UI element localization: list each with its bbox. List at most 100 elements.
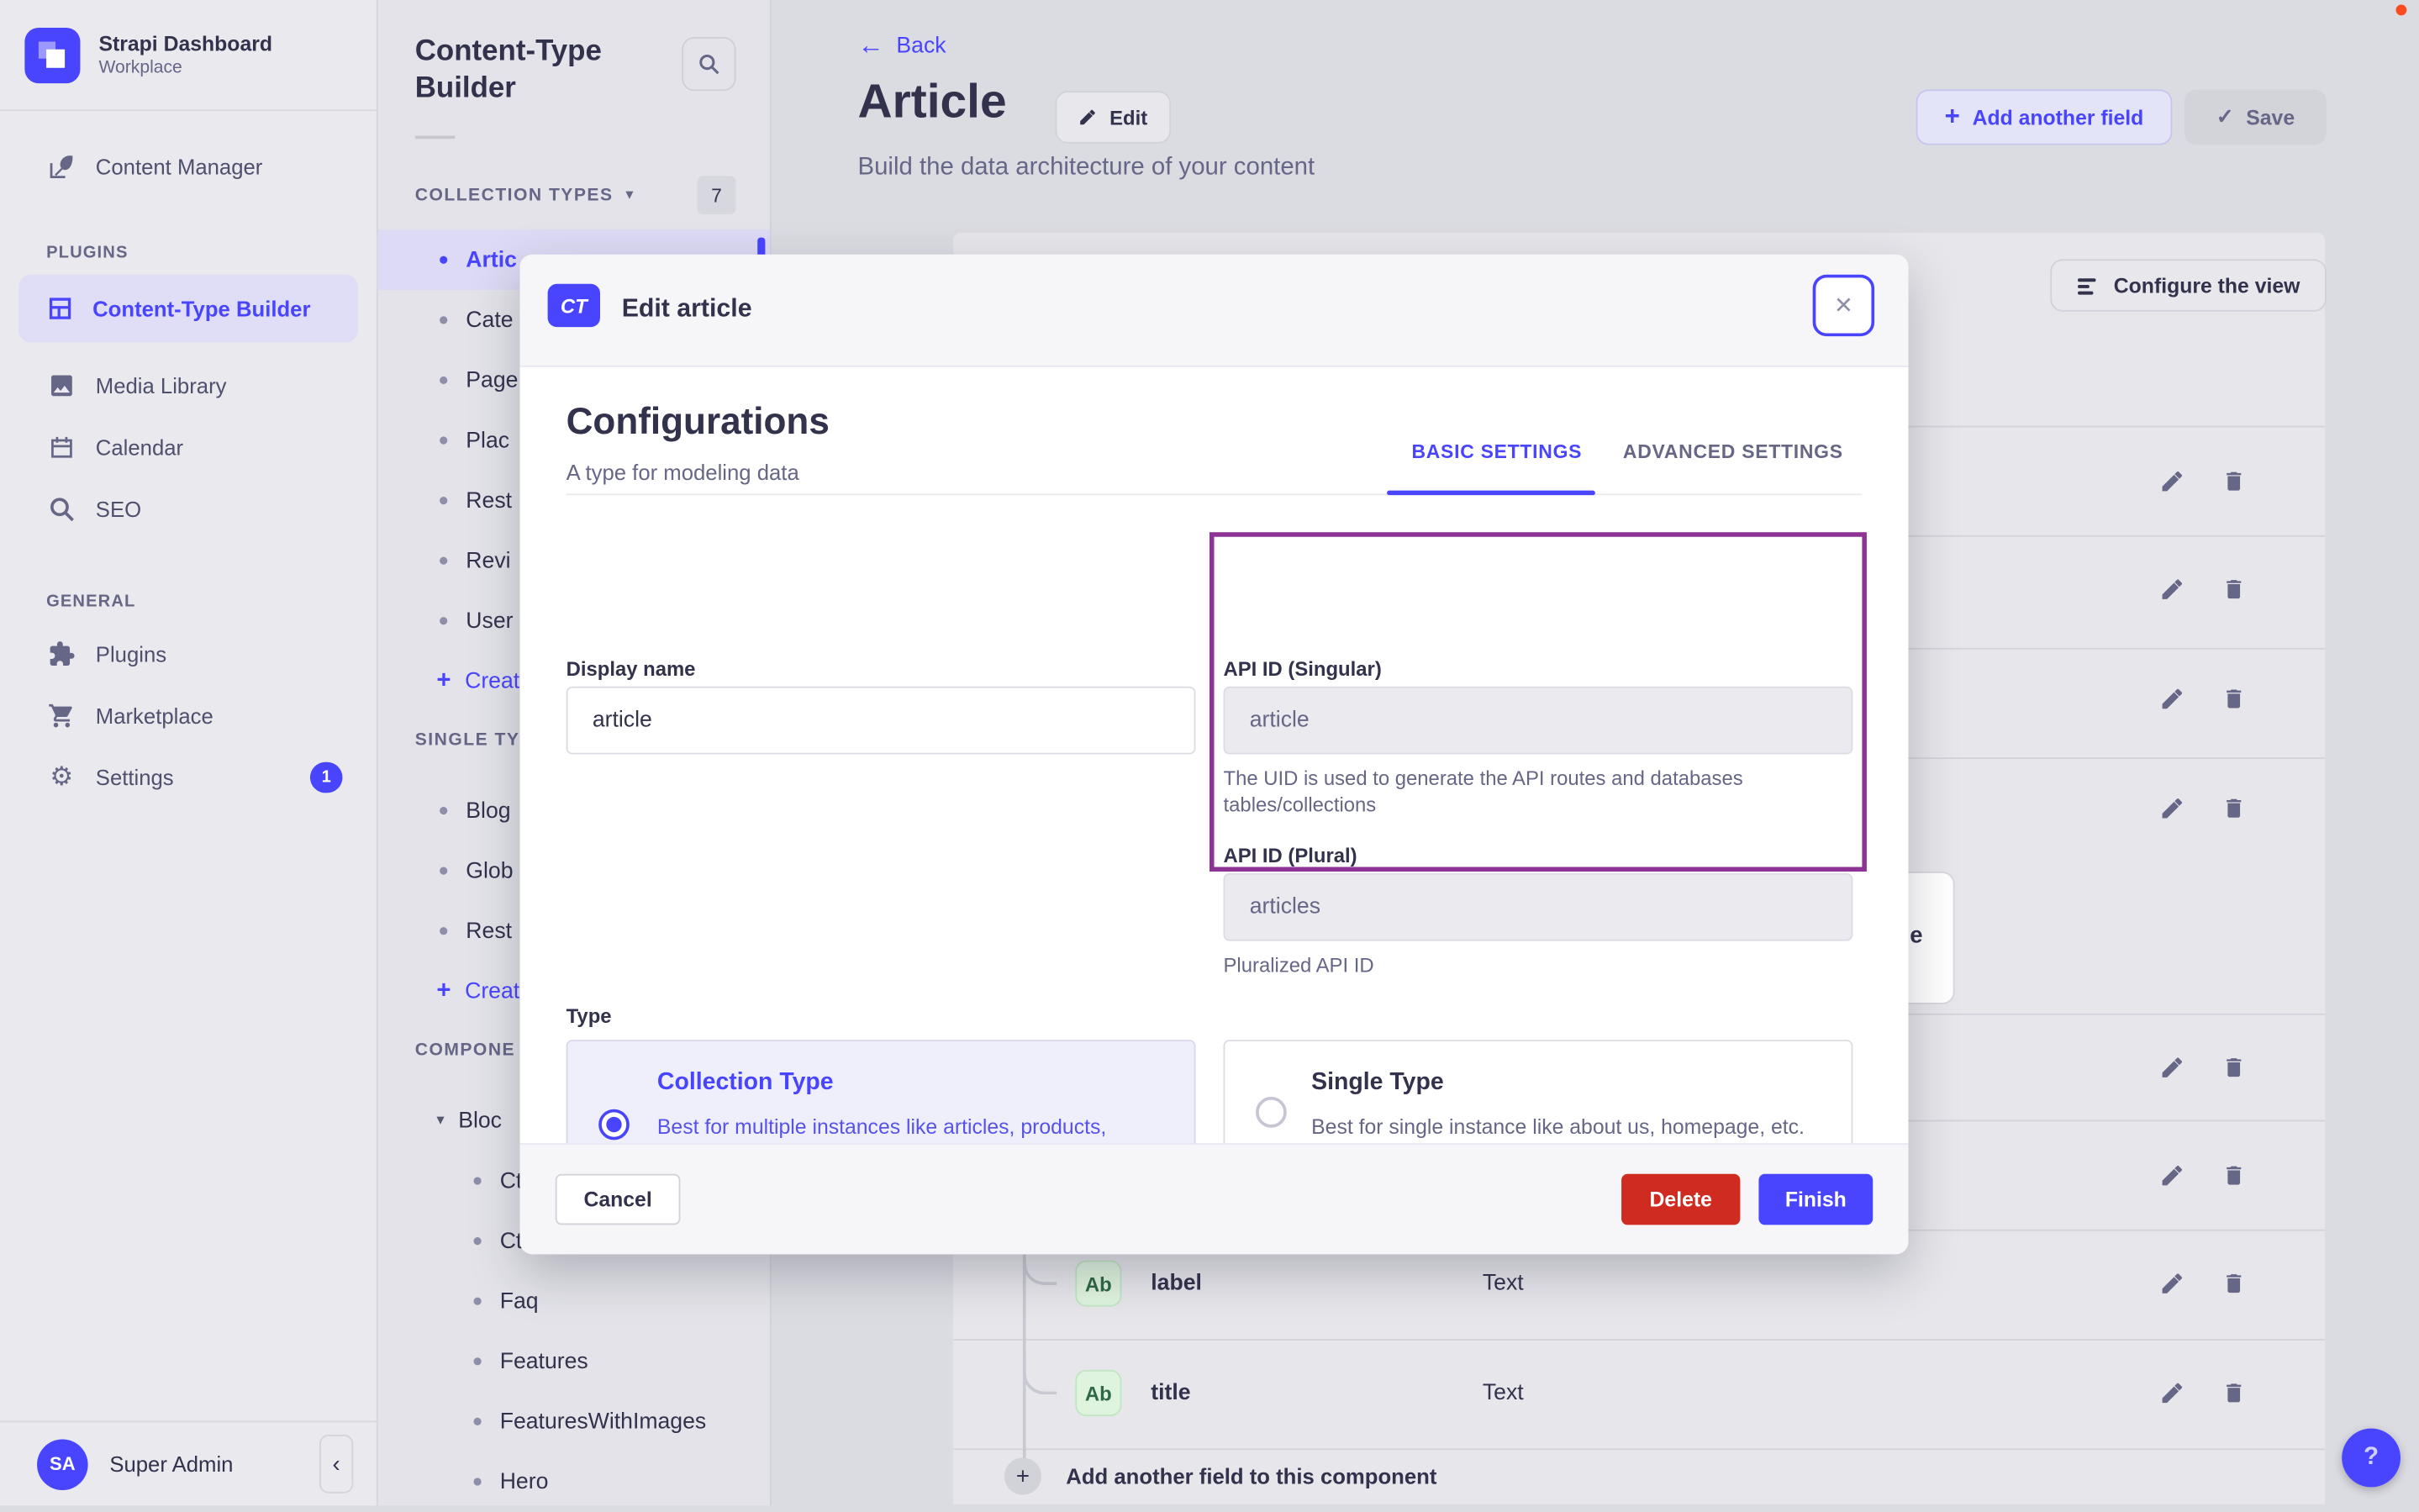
arrow-left-icon: ← xyxy=(857,30,884,61)
puzzle-icon xyxy=(46,639,77,670)
bullet-icon xyxy=(473,1297,482,1305)
api-id-plural-input[interactable] xyxy=(1223,872,1853,941)
radio-selected-icon[interactable] xyxy=(598,1109,630,1141)
field-row-actions xyxy=(2160,1055,2247,1079)
pencil-icon[interactable] xyxy=(2160,577,2184,601)
sidebar-item-marketplace[interactable]: Marketplace xyxy=(0,685,377,746)
add-another-field-button[interactable]: + Add another field xyxy=(1916,89,2173,145)
trash-icon[interactable] xyxy=(2221,687,2246,711)
sidebar-item-media-library[interactable]: Media Library xyxy=(0,355,377,416)
delete-button[interactable]: Delete xyxy=(1621,1173,1741,1225)
sidebar-item-label: SEO xyxy=(95,497,142,522)
trash-icon[interactable] xyxy=(2221,577,2246,601)
chevron-down-icon: ▾ xyxy=(436,1112,445,1130)
sidebar-item-calendar[interactable]: Calendar xyxy=(0,417,377,478)
bullet-icon xyxy=(440,617,448,625)
search-icon xyxy=(46,493,77,524)
component-item[interactable]: FeaturesWithImages xyxy=(378,1392,770,1452)
pencil-icon[interactable] xyxy=(2160,469,2184,493)
field-row-actions xyxy=(2160,1381,2247,1405)
collection-types-header[interactable]: COLLECTION TYPES ▾ 7 xyxy=(378,176,770,215)
help-button[interactable]: ? xyxy=(2342,1428,2401,1488)
sidebar-item-content-manager[interactable]: Content Manager xyxy=(0,136,377,198)
brand-workspace: Workplace xyxy=(98,57,182,76)
edit-content-type-button[interactable]: Edit xyxy=(1055,91,1172,144)
trash-icon[interactable] xyxy=(2221,796,2246,820)
pencil-icon[interactable] xyxy=(2160,796,2184,820)
sidebar-item-label: Plugins xyxy=(95,641,167,666)
modal-footer: Cancel Delete Finish xyxy=(519,1143,1909,1255)
layout-grid-icon xyxy=(46,295,74,323)
sidebar-item-content-type-builder[interactable]: Content-Type Builder xyxy=(18,274,358,343)
bullet-icon xyxy=(473,1417,482,1425)
trash-icon[interactable] xyxy=(2221,1055,2246,1079)
bullet-icon xyxy=(440,867,448,875)
gear-icon: ⚙ xyxy=(50,761,74,792)
field-row-actions xyxy=(2160,687,2247,711)
component-item[interactable]: Features xyxy=(378,1331,770,1392)
sidebar-item-label: Media Library xyxy=(95,373,227,398)
modal-body: Configurations A type for modeling data … xyxy=(519,366,1909,1207)
cancel-button[interactable]: Cancel xyxy=(555,1173,681,1225)
avatar[interactable]: SA xyxy=(37,1438,88,1490)
pencil-icon[interactable] xyxy=(2160,687,2184,711)
bullet-icon xyxy=(440,927,448,935)
sidebar-item-label: Content Manager xyxy=(95,154,263,179)
api-id-plural-hint: Pluralized API ID xyxy=(1223,953,1374,977)
type-label: Type xyxy=(566,1004,612,1028)
field-row-actions xyxy=(2160,796,2247,820)
trash-icon[interactable] xyxy=(2221,1271,2246,1295)
strapi-logo-icon xyxy=(24,27,81,83)
api-id-singular-input[interactable] xyxy=(1223,686,1853,755)
sidebar-item-settings[interactable]: ⚙ Settings 1 xyxy=(0,746,377,808)
page-title: Article xyxy=(857,74,1007,129)
tab-basic-settings[interactable]: BASIC SETTINGS xyxy=(1411,441,1582,463)
save-button[interactable]: ✓ Save xyxy=(2184,89,2327,145)
api-id-plural-label: API ID (Plural) xyxy=(1223,843,1357,867)
recording-indicator-dot xyxy=(2395,4,2407,16)
panel-search-button[interactable] xyxy=(682,37,736,92)
trash-icon[interactable] xyxy=(2221,1381,2246,1405)
bullet-icon xyxy=(473,1177,482,1185)
component-item[interactable]: Faq xyxy=(378,1271,770,1331)
feather-pen-icon xyxy=(46,151,77,182)
brand-title: Strapi Dashboard xyxy=(98,31,273,55)
display-name-input[interactable] xyxy=(566,686,1196,755)
pencil-icon[interactable] xyxy=(2160,1055,2184,1079)
tab-advanced-settings[interactable]: ADVANCED SETTINGS xyxy=(1623,441,1843,463)
back-link[interactable]: ← Back xyxy=(858,31,946,62)
configure-view-button[interactable]: Configure the view xyxy=(2050,259,2327,312)
plus-icon: + xyxy=(436,977,451,1004)
user-name: Super Admin xyxy=(109,1451,234,1477)
trash-icon[interactable] xyxy=(2221,469,2246,493)
sidebar-item-plugins[interactable]: Plugins xyxy=(0,624,377,685)
bullet-icon xyxy=(440,256,448,264)
check-icon: ✓ xyxy=(2216,104,2234,129)
collapse-sidebar-button[interactable]: ‹ xyxy=(319,1434,354,1494)
filter-lines-icon xyxy=(2077,274,2100,298)
configurations-heading: Configurations xyxy=(566,401,830,443)
field-row-actions xyxy=(2160,577,2247,601)
user-bar: SA Super Admin ‹ xyxy=(0,1420,378,1505)
api-id-singular-label: API ID (Singular) xyxy=(1223,656,1382,681)
modal-header: CT Edit article ✕ xyxy=(519,254,1909,367)
add-field-to-component-link[interactable]: Add another field to this component xyxy=(1066,1464,1436,1488)
close-icon[interactable]: ✕ xyxy=(1812,274,1875,337)
trash-icon[interactable] xyxy=(2221,1163,2246,1188)
bullet-icon xyxy=(440,436,448,445)
pencil-icon[interactable] xyxy=(2160,1381,2184,1405)
cart-icon xyxy=(46,700,77,731)
finish-button[interactable]: Finish xyxy=(1758,1173,1874,1225)
text-field-badge: Ab xyxy=(1075,1260,1122,1307)
nav-sidebar: Strapi Dashboard Workplace Content Manag… xyxy=(0,0,378,1506)
pencil-icon[interactable] xyxy=(2160,1163,2184,1188)
brand[interactable]: Strapi Dashboard Workplace xyxy=(0,0,377,112)
radio-unselected-icon[interactable] xyxy=(1256,1097,1287,1128)
bullet-icon xyxy=(473,1237,482,1246)
add-field-to-component-plus-icon[interactable]: + xyxy=(1004,1457,1041,1495)
component-item[interactable]: Hero xyxy=(378,1451,770,1512)
sidebar-item-seo[interactable]: SEO xyxy=(0,478,377,540)
pencil-icon[interactable] xyxy=(2160,1271,2184,1295)
sidebar-section-plugins: PLUGINS xyxy=(46,244,129,263)
field-row-actions xyxy=(2160,469,2247,493)
